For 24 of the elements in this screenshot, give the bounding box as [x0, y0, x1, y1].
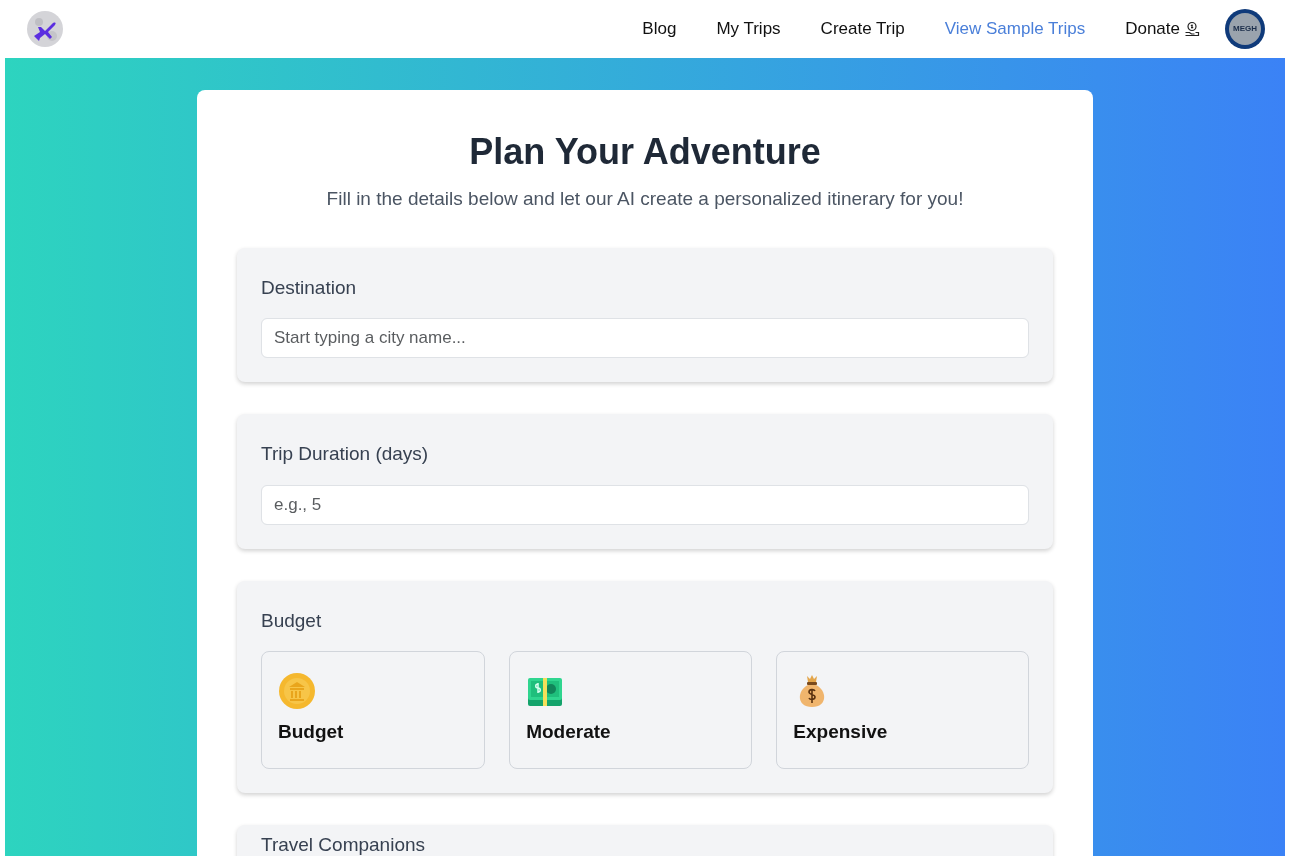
nav-link[interactable]: Blog: [642, 16, 677, 42]
coin-icon: [278, 672, 316, 711]
nav-link[interactable]: View Sample Trips: [944, 16, 1086, 42]
field-label: Travel Companions: [261, 833, 426, 856]
nav-link[interactable]: My Trips: [716, 16, 781, 42]
option-label: Expensive: [793, 720, 888, 745]
input-field[interactable]: Start typing a city name...: [261, 318, 1029, 359]
field-label: Destination: [261, 275, 357, 300]
option-card[interactable]: Budget: [261, 651, 486, 770]
option-card[interactable]: Moderate: [509, 651, 753, 770]
field-label: Budget: [261, 608, 322, 633]
nav-link[interactable]: Donate: [1125, 16, 1200, 42]
avatar[interactable]: MEGH: [1225, 9, 1265, 49]
field-label: Trip Duration (days): [261, 442, 429, 467]
option-label: Moderate: [526, 720, 611, 745]
logo-icon[interactable]: [26, 10, 64, 48]
page-title: Plan Your Adventure: [468, 130, 822, 174]
input-field[interactable]: e.g., 5: [261, 484, 1029, 525]
donation-icon: [1184, 21, 1200, 37]
page-subtitle: Fill in the details below and let our AI create a personalized itinerary for you!: [325, 187, 965, 212]
nav-link[interactable]: Create Trip: [820, 16, 905, 42]
option-label: Budget: [278, 720, 344, 745]
avatar-text: MEGH: [1233, 23, 1257, 35]
option-card[interactable]: Expensive: [776, 651, 1029, 770]
